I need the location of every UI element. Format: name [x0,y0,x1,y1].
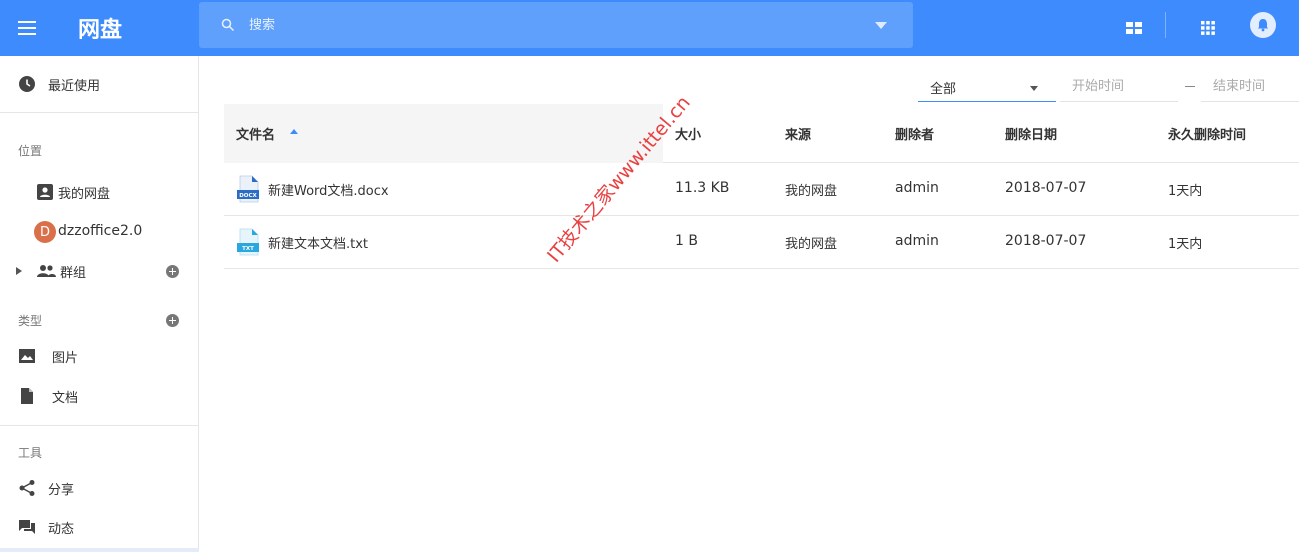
sidebar-item-org[interactable]: D dzzoffice2.0 [0,213,199,249]
sidebar-item-docs[interactable]: 文档 [0,378,199,414]
search-dropdown-icon[interactable] [875,22,887,29]
file-delete-date: 2018-07-07 [1005,180,1087,196]
document-icon [21,388,33,404]
search-box[interactable] [199,2,913,48]
sidebar-item-label: 分享 [48,482,75,498]
sidebar-item-label: 图片 [52,350,79,366]
sidebar-scroll-indicator [0,548,199,552]
sidebar-item-recent[interactable]: 最近使用 [0,66,199,102]
date-range-separator [1185,86,1195,87]
sidebar-item-label: 最近使用 [48,78,101,94]
section-title-types: 类型 [18,314,43,328]
table-header-row: 文件名 大小 来源 删除者 删除日期 永久删除时间 [224,104,1299,163]
file-permanent-delete: 1天内 [1168,237,1203,252]
scope-select-value: 全部 [930,82,957,97]
start-date-input[interactable] [1060,72,1178,102]
file-deleter: admin [895,180,939,196]
apps-grid-icon[interactable] [1196,16,1220,40]
header-size[interactable]: 大小 [675,124,701,143]
search-icon [221,18,235,32]
section-title-tools: 工具 [18,446,43,460]
header-deleter[interactable]: 删除者 [895,124,934,143]
sidebar-item-my-drive[interactable]: 我的网盘 [0,174,199,210]
file-deleter: admin [895,233,939,249]
forum-icon [19,520,35,534]
image-icon [19,349,35,363]
scope-select[interactable]: 全部 [918,72,1056,102]
docx-file-icon: DOCX [237,175,259,203]
add-group-icon[interactable] [166,265,179,278]
sidebar-item-share[interactable]: 分享 [0,470,199,506]
expand-arrow-icon[interactable] [16,267,22,275]
avatar: D [34,221,56,243]
share-icon [19,480,35,496]
layout-icon[interactable] [1122,16,1146,40]
sidebar-item-label: dzzoffice2.0 [58,223,143,239]
file-name[interactable]: 新建Word文档.docx [268,180,389,199]
add-type-icon[interactable] [166,314,179,327]
top-header: 网盘 [0,0,1299,56]
clock-icon [19,76,35,92]
file-permanent-delete: 1天内 [1168,184,1203,199]
end-date-input[interactable] [1201,72,1299,102]
table-row[interactable]: TXT 新建文本文档.txt 1 B 我的网盘 admin 2018-07-07… [224,216,1299,269]
header-divider [1165,12,1166,38]
file-delete-date: 2018-07-07 [1005,233,1087,249]
sidebar-item-groups[interactable]: 群组 [0,253,199,289]
sort-asc-icon[interactable] [290,129,298,134]
header-permanent-delete[interactable]: 永久删除时间 [1168,124,1246,143]
group-icon [37,265,56,277]
table-row[interactable]: DOCX 新建Word文档.docx 11.3 KB 我的网盘 admin 20… [224,163,1299,216]
bell-icon[interactable] [1250,12,1276,38]
header-delete-date[interactable]: 删除日期 [1005,124,1057,143]
file-source: 我的网盘 [785,184,838,199]
header-name[interactable]: 文件名 [236,124,275,143]
sidebar: 最近使用 位置 我的网盘 D dzzoffice2.0 群组 类型 图片 文档 … [0,56,199,552]
sidebar-item-label: 动态 [48,521,75,537]
sidebar-item-activity[interactable]: 动态 [0,509,199,545]
section-title-location: 位置 [18,144,43,158]
file-icon-text: DOCX [239,193,257,199]
txt-file-icon: TXT [237,228,259,256]
sidebar-item-label: 群组 [60,265,87,281]
header-source[interactable]: 来源 [785,124,811,143]
chevron-down-icon [1030,86,1038,91]
sidebar-item-images[interactable]: 图片 [0,338,199,374]
sidebar-divider [0,425,199,426]
file-source: 我的网盘 [785,237,838,252]
account-box-icon [37,184,53,200]
sidebar-item-label: 文档 [52,390,79,406]
sidebar-divider [0,112,199,113]
menu-icon[interactable] [14,16,40,40]
app-title: 网盘 [78,18,123,43]
file-size: 11.3 KB [675,180,730,196]
file-size: 1 B [675,233,698,249]
search-input[interactable] [249,12,849,38]
file-name[interactable]: 新建文本文档.txt [268,233,368,252]
sidebar-item-label: 我的网盘 [58,186,111,202]
file-icon-text: TXT [242,246,254,252]
